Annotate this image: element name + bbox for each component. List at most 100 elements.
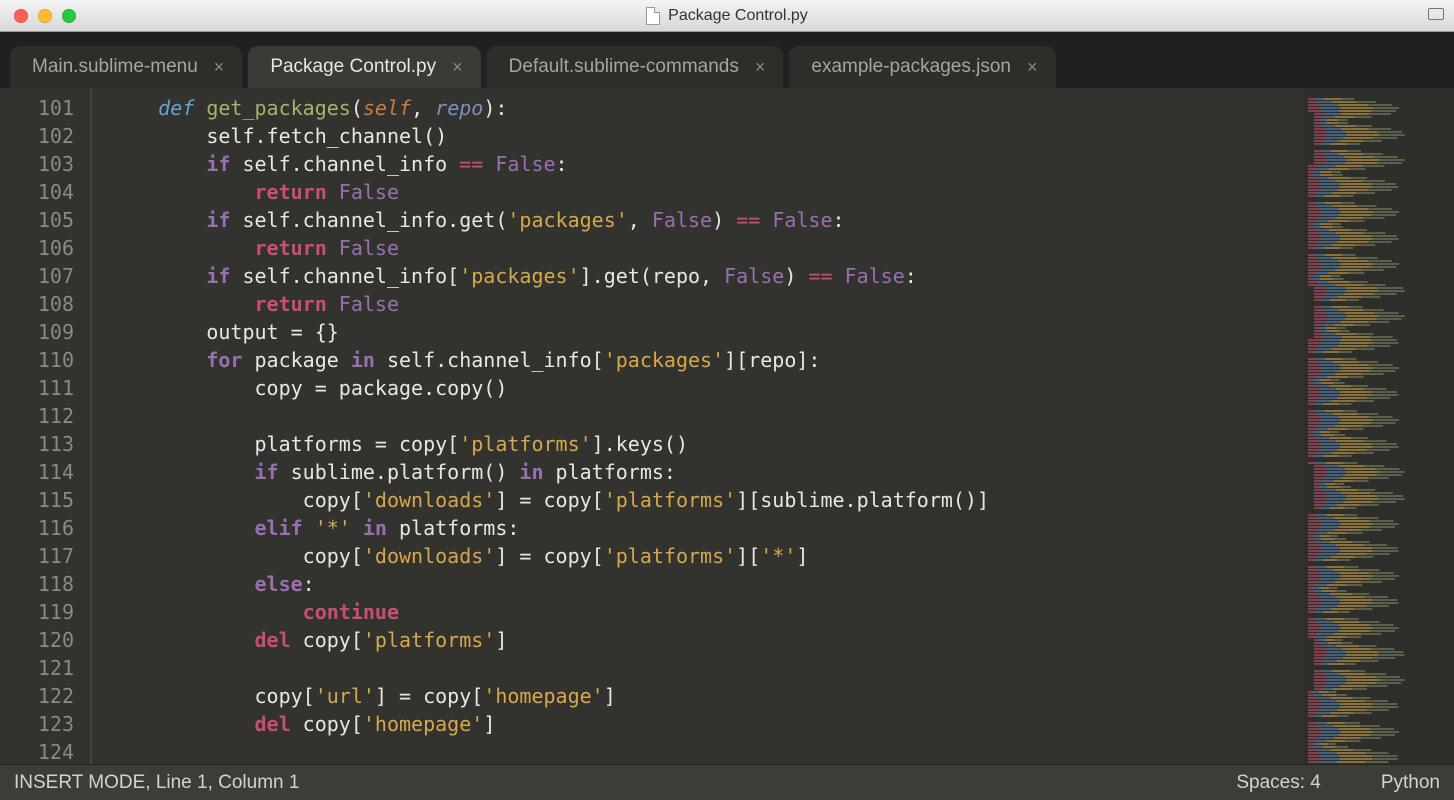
token-punc: , xyxy=(628,208,652,232)
tab-default-sublime-commands[interactable]: Default.sublime-commands× xyxy=(487,46,784,88)
document-icon xyxy=(646,7,660,25)
token-op: == xyxy=(459,152,495,176)
token-id: ].keys() xyxy=(592,432,688,456)
tab-label: example-packages.json xyxy=(811,56,1011,78)
token-kw2: else xyxy=(255,572,303,596)
token-punc: : xyxy=(833,208,845,232)
token-ret: return xyxy=(255,236,339,260)
token-id: copy[ xyxy=(255,684,315,708)
line-number: 122 xyxy=(0,682,90,710)
token-id: ][sublime.platform()] xyxy=(736,488,989,512)
code-line: del copy['homepage'] xyxy=(110,710,1304,738)
token-id: self.channel_info xyxy=(242,152,459,176)
token-kw2: in xyxy=(519,460,555,484)
line-number: 101 xyxy=(0,94,90,122)
code-line: if self.channel_info['packages'].get(rep… xyxy=(110,262,1304,290)
token-id: ] = copy[ xyxy=(495,488,603,512)
code-line: elif '*' in platforms: xyxy=(110,514,1304,542)
status-syntax[interactable]: Python xyxy=(1381,772,1440,794)
token-id: platforms: xyxy=(399,516,519,540)
line-number: 102 xyxy=(0,122,90,150)
tab-bar: Main.sublime-menu×Package Control.py×Def… xyxy=(0,32,1454,88)
code-line: copy = package.copy() xyxy=(110,374,1304,402)
code-line xyxy=(110,738,1304,764)
token-kw2: elif xyxy=(255,516,315,540)
code-line: if sublime.platform() in platforms: xyxy=(110,458,1304,486)
token-id: package xyxy=(255,348,351,372)
token-id: copy[ xyxy=(303,628,363,652)
line-number: 110 xyxy=(0,346,90,374)
code-view[interactable]: def get_packages(self, repo): self.fetch… xyxy=(92,88,1304,764)
code-line: else: xyxy=(110,570,1304,598)
token-str: 'downloads' xyxy=(363,544,495,568)
line-number: 121 xyxy=(0,654,90,682)
token-id: copy[ xyxy=(303,712,363,736)
editor-area: 1011021031041051061071081091101111121131… xyxy=(0,88,1454,764)
token-punc: ): xyxy=(483,96,507,120)
token-punc: ) xyxy=(712,208,736,232)
token-id xyxy=(351,516,363,540)
token-kw2: in xyxy=(351,348,387,372)
code-line: output = {} xyxy=(110,318,1304,346)
token-str: 'platforms' xyxy=(604,544,736,568)
tab-example-packages-json[interactable]: example-packages.json × xyxy=(789,46,1055,88)
status-mode-position: INSERT MODE, Line 1, Column 1 xyxy=(14,772,299,794)
status-indent[interactable]: Spaces: 4 xyxy=(1236,772,1321,794)
minimap[interactable] xyxy=(1304,88,1454,764)
window-title: Package Control.py xyxy=(668,7,808,25)
code-line: def get_packages(self, repo): xyxy=(110,94,1304,122)
token-kw2: for xyxy=(206,348,254,372)
code-line: copy['url'] = copy['homepage'] xyxy=(110,682,1304,710)
token-const: False xyxy=(724,264,784,288)
code-line: return False xyxy=(110,178,1304,206)
token-id: platforms: xyxy=(556,460,676,484)
code-line: for package in self.channel_info['packag… xyxy=(110,346,1304,374)
token-punc: , xyxy=(411,96,435,120)
token-id: ].get(repo, xyxy=(580,264,725,288)
close-tab-icon[interactable]: × xyxy=(1027,58,1038,76)
token-id: self.fetch_channel() xyxy=(206,124,447,148)
token-id: copy[ xyxy=(303,488,363,512)
token-self: self xyxy=(363,96,411,120)
code-line: return False xyxy=(110,234,1304,262)
token-id: sublime.platform() xyxy=(291,460,520,484)
code-line xyxy=(110,402,1304,430)
token-const: False xyxy=(772,208,832,232)
token-id: ] = copy[ xyxy=(495,544,603,568)
token-id: ] = copy[ xyxy=(375,684,483,708)
token-id: self.channel_info[ xyxy=(242,264,459,288)
token-kw2: if xyxy=(255,460,291,484)
zoom-window-button[interactable] xyxy=(62,9,76,23)
close-tab-icon[interactable]: × xyxy=(755,58,766,76)
token-str: '*' xyxy=(315,516,351,540)
token-id: self.channel_info[ xyxy=(387,348,604,372)
token-str: 'homepage' xyxy=(483,684,603,708)
token-const: False xyxy=(339,180,399,204)
token-const: False xyxy=(339,236,399,260)
token-const: False xyxy=(495,152,555,176)
line-number: 117 xyxy=(0,542,90,570)
code-line: self.fetch_channel() xyxy=(110,122,1304,150)
fullscreen-button[interactable] xyxy=(1428,8,1444,20)
close-window-button[interactable] xyxy=(14,9,28,23)
line-number: 106 xyxy=(0,234,90,262)
line-number: 116 xyxy=(0,514,90,542)
token-kw2: if xyxy=(206,208,242,232)
close-tab-icon[interactable]: × xyxy=(214,58,225,76)
token-op: == xyxy=(808,264,844,288)
line-number: 114 xyxy=(0,458,90,486)
code-line: if self.channel_info == False: xyxy=(110,150,1304,178)
minimize-window-button[interactable] xyxy=(38,9,52,23)
line-number: 115 xyxy=(0,486,90,514)
tab-main-sublime-menu[interactable]: Main.sublime-menu× xyxy=(10,46,242,88)
tab-package-control-py[interactable]: Package Control.py× xyxy=(248,46,480,88)
window-titlebar: Package Control.py xyxy=(0,0,1454,32)
line-number: 104 xyxy=(0,178,90,206)
close-tab-icon[interactable]: × xyxy=(452,58,463,76)
line-number: 119 xyxy=(0,598,90,626)
token-ret: del xyxy=(255,712,303,736)
token-const: False xyxy=(339,292,399,316)
token-id: ] xyxy=(796,544,808,568)
token-id: self.channel_info.get( xyxy=(242,208,507,232)
line-number: 124 xyxy=(0,738,90,766)
